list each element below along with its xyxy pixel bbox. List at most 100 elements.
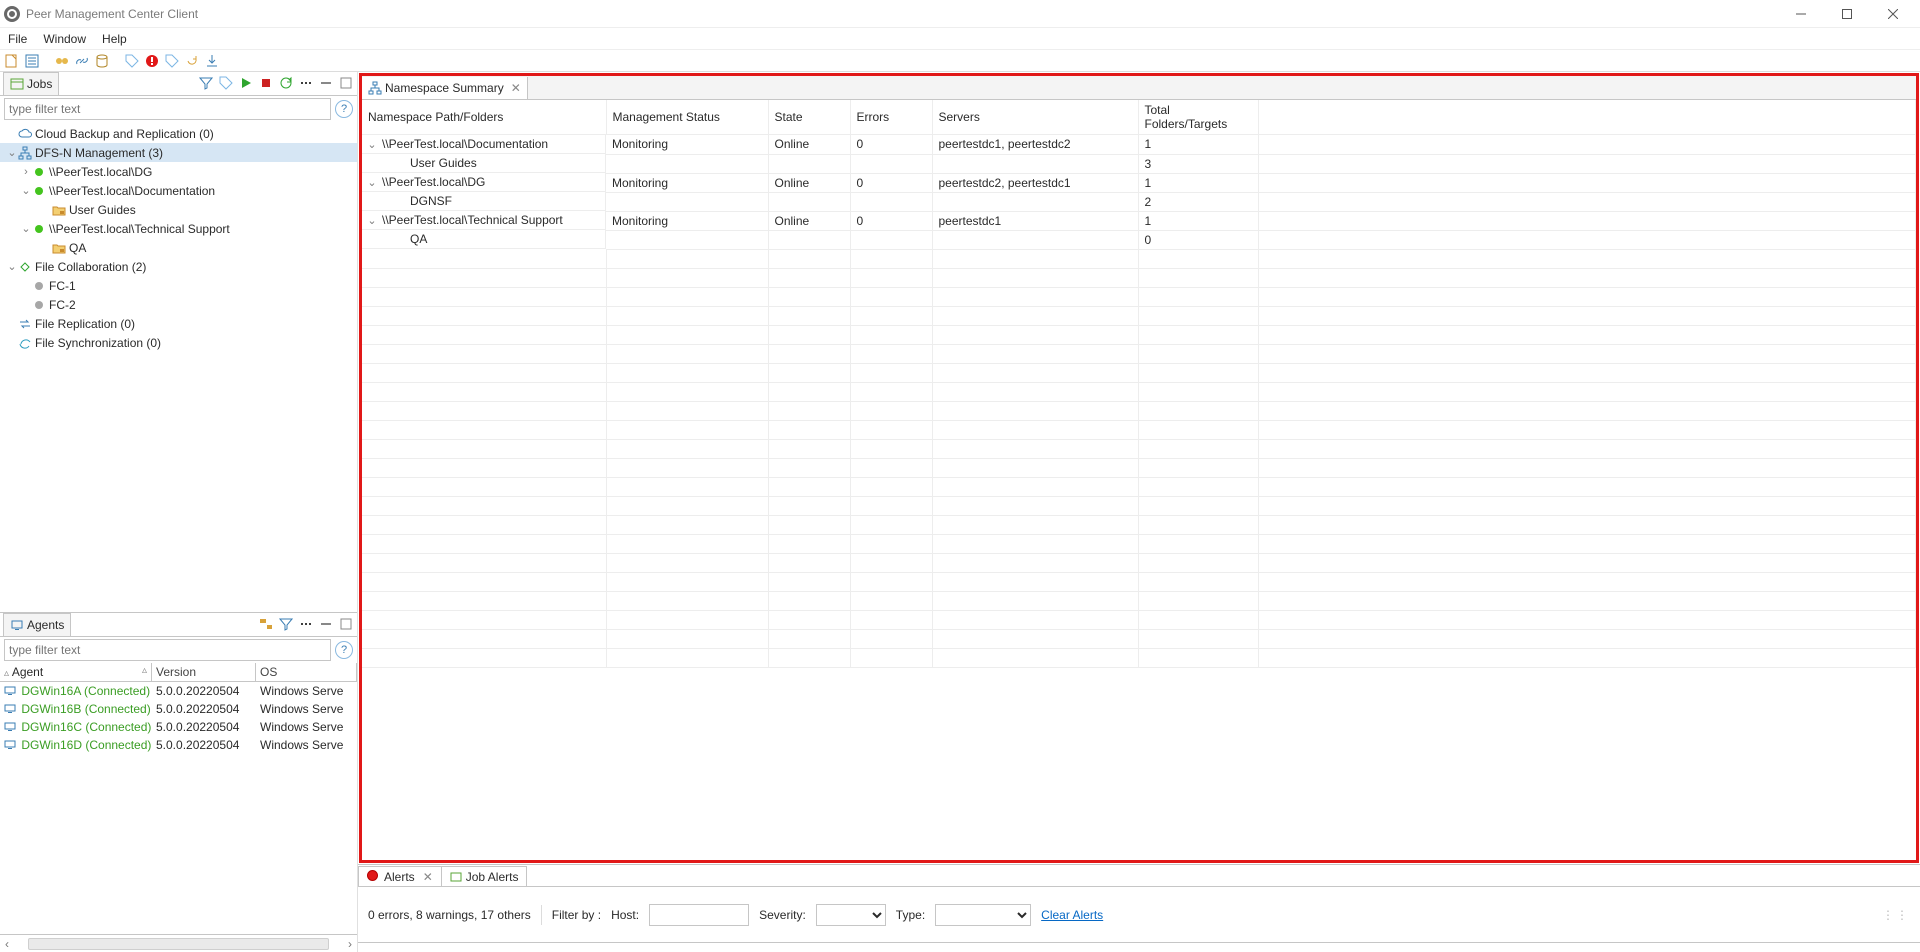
- menu-window[interactable]: Window: [43, 32, 86, 46]
- namespace-row[interactable]: ⌄\\PeerTest.local\Technical SupportMonit…: [362, 211, 1916, 230]
- severity-label: Severity:: [759, 908, 806, 922]
- jobs-menu-icon[interactable]: [299, 76, 315, 92]
- tree-node-dfs[interactable]: ⌄DFS-N Management (3): [0, 143, 357, 162]
- jobs-tab[interactable]: Jobs: [3, 72, 59, 95]
- agents-columns[interactable]: ▵ Agent▵ Version OS: [0, 663, 357, 682]
- namespace-row-blank: [362, 648, 1916, 667]
- job-alerts-tab[interactable]: Job Alerts: [442, 866, 528, 886]
- toolbar-tag-icon[interactable]: [124, 53, 140, 69]
- agents-hscroll[interactable]: ‹›: [0, 934, 357, 952]
- alerts-summary: 0 errors, 8 warnings, 17 others: [368, 908, 531, 922]
- toolbar-tag2-icon[interactable]: [164, 53, 180, 69]
- app-icon: [4, 6, 20, 22]
- agents-icon: [10, 618, 24, 632]
- toolbar-db-icon[interactable]: [94, 53, 110, 69]
- namespace-summary-panel: Namespace Summary ✕ Namespace Path/Folde…: [359, 73, 1919, 863]
- severity-select[interactable]: [816, 904, 886, 926]
- agents-list[interactable]: DGWin16A (Connected)5.0.0.20220504Window…: [0, 682, 357, 934]
- jobs-title: Jobs: [27, 77, 52, 91]
- agents-menu-icon[interactable]: [299, 617, 315, 633]
- namespace-row-blank: [362, 629, 1916, 648]
- menu-help[interactable]: Help: [102, 32, 127, 46]
- agents-help-icon[interactable]: ?: [335, 641, 353, 659]
- jobs-pane-header: Jobs: [0, 72, 357, 96]
- tree-node-fc1[interactable]: FC-1: [0, 276, 357, 295]
- col-state[interactable]: State: [768, 100, 850, 135]
- namespace-table[interactable]: Namespace Path/Folders Management Status…: [362, 100, 1916, 668]
- namespace-row-blank: [362, 249, 1916, 268]
- menu-file[interactable]: File: [8, 32, 27, 46]
- grip-icon[interactable]: ⋮⋮: [1882, 908, 1910, 922]
- tree-node-fsync[interactable]: File Synchronization (0): [0, 333, 357, 352]
- agents-title: Agents: [27, 618, 64, 632]
- agent-row[interactable]: DGWin16D (Connected)5.0.0.20220504Window…: [0, 736, 357, 754]
- toolbar-error-icon[interactable]: [144, 53, 160, 69]
- jobs-stop-icon[interactable]: [259, 76, 275, 92]
- jobs-tag-icon[interactable]: [219, 76, 235, 92]
- col-path[interactable]: Namespace Path/Folders: [362, 100, 606, 135]
- namespace-row-blank: [362, 534, 1916, 553]
- toolbar-download-icon[interactable]: [204, 53, 220, 69]
- tree-node-dfs-ug[interactable]: User Guides: [0, 200, 357, 219]
- namespace-row-blank: [362, 325, 1916, 344]
- tree-node-dfs-ts[interactable]: ⌄\\PeerTest.local\Technical Support: [0, 219, 357, 238]
- toolbar-new-icon[interactable]: [4, 53, 20, 69]
- agent-row[interactable]: DGWin16B (Connected)5.0.0.20220504Window…: [0, 700, 357, 718]
- tree-node-frepl[interactable]: File Replication (0): [0, 314, 357, 333]
- agents-tab[interactable]: Agents: [3, 613, 71, 636]
- toolbar-properties-icon[interactable]: [24, 53, 40, 69]
- namespace-summary-tab[interactable]: Namespace Summary ✕: [362, 77, 528, 100]
- jobs-tree[interactable]: Cloud Backup and Replication (0)⌄DFS-N M…: [0, 122, 357, 612]
- filter-by-label: Filter by :: [552, 908, 601, 922]
- tree-node-fc2[interactable]: FC-2: [0, 295, 357, 314]
- namespace-tab-close-icon[interactable]: ✕: [511, 81, 521, 95]
- status-strip: [358, 942, 1920, 952]
- jobs-maximize-icon[interactable]: [339, 76, 355, 92]
- namespace-row-blank: [362, 401, 1916, 420]
- col-servers[interactable]: Servers: [932, 100, 1138, 135]
- agents-minimize-icon[interactable]: [319, 617, 335, 633]
- agents-filter-icon[interactable]: [279, 617, 295, 633]
- title-bar: Peer Management Center Client: [0, 0, 1920, 28]
- agent-row[interactable]: DGWin16C (Connected)5.0.0.20220504Window…: [0, 718, 357, 736]
- col-total[interactable]: Total Folders/Targets: [1138, 100, 1258, 135]
- agent-row[interactable]: DGWin16A (Connected)5.0.0.20220504Window…: [0, 682, 357, 700]
- namespace-row-blank: [362, 496, 1916, 515]
- agents-detail-icon[interactable]: [259, 617, 275, 633]
- clear-alerts-link[interactable]: Clear Alerts: [1041, 908, 1103, 922]
- tree-node-dfs-dg[interactable]: ›\\PeerTest.local\DG: [0, 162, 357, 181]
- close-button[interactable]: [1870, 0, 1916, 28]
- col-errors[interactable]: Errors: [850, 100, 932, 135]
- namespace-row[interactable]: QA0: [362, 230, 1916, 249]
- toolbar-link-icon[interactable]: [74, 53, 90, 69]
- jobs-play-icon[interactable]: [239, 76, 255, 92]
- tree-node-cloud[interactable]: Cloud Backup and Replication (0): [0, 124, 357, 143]
- jobs-help-icon[interactable]: ?: [335, 100, 353, 118]
- jobs-filter-icon[interactable]: [199, 76, 215, 92]
- tree-node-fcoll[interactable]: ⌄File Collaboration (2): [0, 257, 357, 276]
- error-icon: [367, 870, 380, 884]
- namespace-row-blank: [362, 591, 1916, 610]
- window-title: Peer Management Center Client: [26, 7, 198, 21]
- toolbar-refresh-icon[interactable]: [184, 53, 200, 69]
- jobs-minimize-icon[interactable]: [319, 76, 335, 92]
- jobs-refresh-icon[interactable]: [279, 76, 295, 92]
- jobs-filter-input[interactable]: [4, 98, 331, 120]
- namespace-row[interactable]: ⌄\\PeerTest.local\DocumentationMonitorin…: [362, 135, 1916, 155]
- tree-node-dfs-doc[interactable]: ⌄\\PeerTest.local\Documentation: [0, 181, 357, 200]
- tree-node-dfs-qa[interactable]: QA: [0, 238, 357, 257]
- col-status[interactable]: Management Status: [606, 100, 768, 135]
- toolbar-peers-icon[interactable]: [54, 53, 70, 69]
- namespace-row[interactable]: ⌄\\PeerTest.local\DGMonitoringOnline0pee…: [362, 173, 1916, 192]
- agents-filter-input[interactable]: [4, 639, 331, 661]
- namespace-row[interactable]: User Guides3: [362, 154, 1916, 173]
- type-select[interactable]: [935, 904, 1031, 926]
- minimize-button[interactable]: [1778, 0, 1824, 28]
- agents-maximize-icon[interactable]: [339, 617, 355, 633]
- namespace-row[interactable]: DGNSF2: [362, 192, 1916, 211]
- alerts-tab-close-icon[interactable]: ✕: [423, 870, 433, 884]
- host-input[interactable]: [649, 904, 749, 926]
- alerts-tab[interactable]: Alerts ✕: [358, 866, 442, 886]
- maximize-button[interactable]: [1824, 0, 1870, 28]
- agents-pane-header: Agents: [0, 613, 357, 637]
